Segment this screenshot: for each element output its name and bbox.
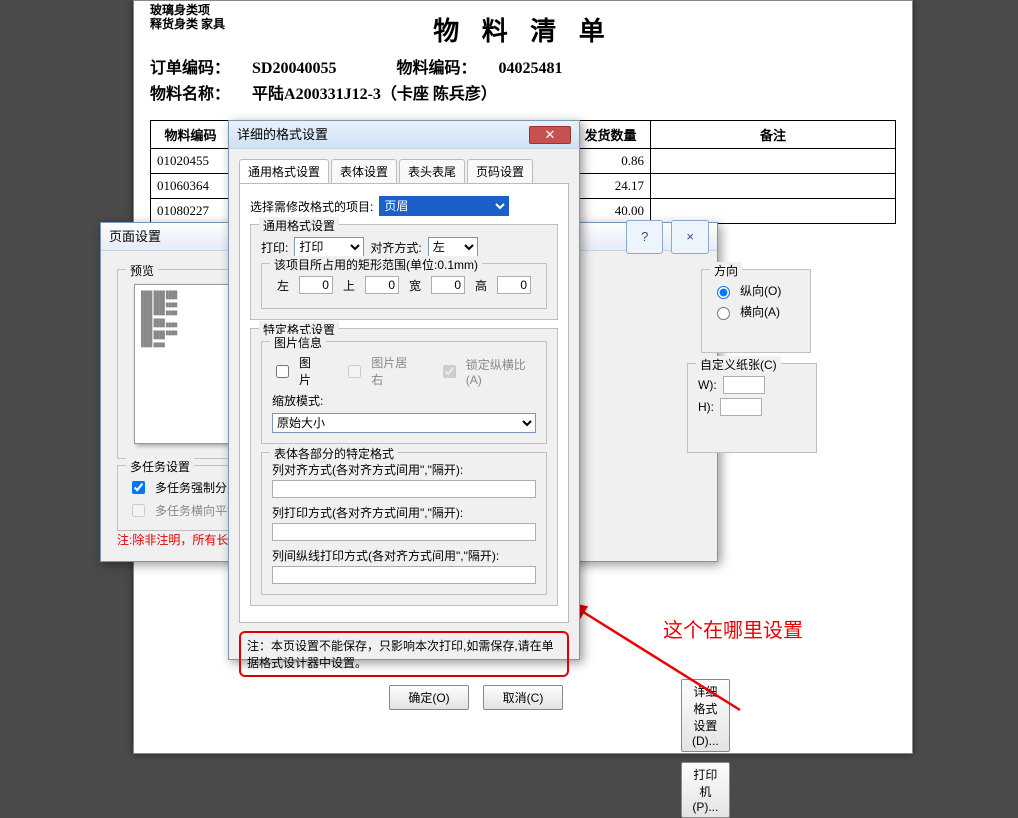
- tab-general[interactable]: 通用格式设置: [239, 159, 329, 183]
- chk-lock-ratio-label: 锁定纵横比(A): [466, 356, 536, 387]
- col-align-label: 列对齐方式(各对齐方式间用","隔开):: [272, 461, 536, 478]
- paper-h-label: H):: [698, 400, 714, 414]
- col-align-input[interactable]: [272, 480, 536, 498]
- item-select[interactable]: 页眉: [379, 196, 509, 216]
- detail-format-button[interactable]: 详细格式设置(D)...: [681, 679, 730, 752]
- radio-landscape[interactable]: [717, 307, 730, 320]
- cell-code: 01020455: [151, 149, 231, 174]
- close-button[interactable]: ×: [671, 220, 709, 254]
- ok-button[interactable]: 确定(O): [389, 685, 469, 710]
- preview-title: 预览: [126, 262, 158, 279]
- pic-info-title: 图片信息: [270, 334, 326, 351]
- name-value: 平陆A200331J12-3（卡座 陈兵彦）: [252, 86, 497, 103]
- rect-w-label: 宽: [409, 277, 421, 294]
- chk-pic-right-label: 图片居右: [371, 354, 415, 388]
- rect-h-input[interactable]: [497, 276, 531, 294]
- tab-headfoot[interactable]: 表头表尾: [399, 159, 465, 183]
- custom-paper-group: 自定义纸张(C) W): H):: [687, 363, 817, 453]
- warning-note: 注：本页设置不能保存，只影响本次打印,如需保存,请在单据格式设计器中设置。: [239, 631, 569, 677]
- item-label: 选择需修改格式的项目:: [250, 198, 373, 215]
- rect-top-label: 上: [343, 277, 355, 294]
- general-format-group: 通用格式设置 打印: 打印 对齐方式: 左 该项目所占用的矩形范围(单位:0.1…: [250, 224, 558, 320]
- direction-title: 方向: [710, 262, 742, 279]
- chk-tile: [132, 504, 145, 517]
- rect-label: 该项目所占用的矩形范围(单位:0.1mm): [270, 256, 482, 273]
- radio-portrait[interactable]: [717, 286, 730, 299]
- th-remark: 备注: [651, 121, 896, 149]
- col-line-label: 列间纵线打印方式(各对齐方式间用","隔开):: [272, 547, 536, 564]
- align-select[interactable]: 左: [428, 237, 478, 257]
- chk-lock-ratio: [443, 365, 456, 378]
- chk-pic-right: [348, 365, 361, 378]
- detail-titlebar[interactable]: 详细的格式设置 ✕: [229, 121, 579, 149]
- detail-title: 详细的格式设置: [237, 121, 328, 149]
- help-button[interactable]: ?: [626, 220, 663, 254]
- print-select[interactable]: 打印: [294, 237, 364, 257]
- detail-dialog-buttons: 确定(O) 取消(C): [229, 685, 563, 710]
- detail-format-dialog: 详细的格式设置 ✕ 通用格式设置 表体设置 表头表尾 页码设置 选择需修改格式的…: [228, 120, 580, 660]
- footnote: 注:除非注明，所有长度: [117, 531, 240, 548]
- rect-w-input[interactable]: [431, 276, 465, 294]
- col-print-label: 列打印方式(各对齐方式间用","隔开):: [272, 504, 536, 521]
- cell-remark: [651, 174, 896, 199]
- align-label: 对齐方式:: [370, 239, 421, 256]
- detail-tabs: 通用格式设置 表体设置 表头表尾 页码设置: [239, 159, 569, 184]
- zoom-label: 缩放模式:: [272, 392, 323, 409]
- mat-value: 04025481: [498, 60, 562, 77]
- chk-tile-label: 多任务横向平铺: [155, 502, 239, 519]
- rect-group: 该项目所占用的矩形范围(单位:0.1mm) 左 上 宽 高: [261, 263, 547, 309]
- doc-meta-row1: 订单编码： SD20040055 物料编码： 04025481: [150, 54, 896, 78]
- page-title: 物 料 清 单: [150, 11, 896, 48]
- tab-body-panel: 选择需修改格式的项目: 页眉 通用格式设置 打印: 打印 对齐方式: 左 该项目…: [239, 184, 569, 623]
- table-parts-title: 表体各部分的特定格式: [270, 445, 398, 462]
- rect-left-label: 左: [277, 277, 289, 294]
- doc-meta-row2: 物料名称： 平陆A200331J12-3（卡座 陈兵彦）: [150, 80, 896, 104]
- annotation-text: 这个在哪里设置: [663, 614, 803, 643]
- direction-group: 方向 纵向(O) 横向(A): [701, 269, 811, 353]
- paper-h-input[interactable]: [720, 398, 762, 416]
- cell-remark: [651, 149, 896, 174]
- chk-force-label: 多任务强制分页: [155, 479, 239, 496]
- order-value: SD20040055: [252, 60, 336, 77]
- order-label: 订单编码：: [150, 60, 230, 77]
- chk-force-page[interactable]: [132, 481, 145, 494]
- chk-pic[interactable]: [276, 365, 289, 378]
- col-line-input[interactable]: [272, 566, 536, 584]
- name-label: 物料名称：: [150, 86, 230, 103]
- tab-pagenum[interactable]: 页码设置: [467, 159, 533, 183]
- print-label: 打印:: [261, 239, 288, 256]
- cancel-button[interactable]: 取消(C): [483, 685, 563, 710]
- cell-code: 01060364: [151, 174, 231, 199]
- custom-paper-title: 自定义纸张(C): [696, 356, 781, 373]
- th-code: 物料编码: [151, 121, 231, 149]
- multitask-title: 多任务设置: [126, 458, 194, 475]
- pic-info-group: 图片信息 图片 图片居右 锁定纵横比(A) 缩放模式: 原始大小: [261, 341, 547, 444]
- col-print-input[interactable]: [272, 523, 536, 541]
- cell-code: 01080227: [151, 199, 231, 224]
- rect-h-label: 高: [475, 277, 487, 294]
- mat-label: 物料编码：: [396, 60, 476, 77]
- printer-button[interactable]: 打印机(P)...: [681, 762, 730, 818]
- doc-header: 玻璃身类项 释货身类 家具 物 料 清 单 订单编码： SD20040055 物…: [134, 1, 912, 112]
- tab-body[interactable]: 表体设置: [331, 159, 397, 183]
- paper-w-input[interactable]: [723, 376, 765, 394]
- chk-pic-label: 图片: [299, 354, 321, 388]
- th-qty: 发货数量: [571, 121, 651, 149]
- close-icon[interactable]: ✕: [529, 126, 571, 144]
- rect-top-input[interactable]: [365, 276, 399, 294]
- cell-qty: 0.86: [571, 149, 651, 174]
- general-format-title: 通用格式设置: [259, 217, 339, 234]
- cell-qty: 24.17: [571, 174, 651, 199]
- radio-portrait-label: 纵向(O): [740, 282, 781, 299]
- rect-left-input[interactable]: [299, 276, 333, 294]
- table-parts-group: 表体各部分的特定格式 列对齐方式(各对齐方式间用","隔开): 列打印方式(各对…: [261, 452, 547, 595]
- pagesetup-side-buttons: 详细格式设置(D)... 打印机(P)...: [681, 679, 730, 818]
- paper-w-label: W):: [698, 378, 717, 392]
- zoom-select[interactable]: 原始大小: [272, 413, 536, 433]
- radio-landscape-label: 横向(A): [740, 303, 780, 320]
- pagesetup-title: 页面设置: [109, 223, 161, 251]
- preview-thumb: ████ ████ ████████ ████ ████████ ███████…: [134, 284, 230, 444]
- specific-format-group: 特定格式设置 图片信息 图片 图片居右 锁定纵横比(A) 缩放模式: 原始大小 …: [250, 328, 558, 606]
